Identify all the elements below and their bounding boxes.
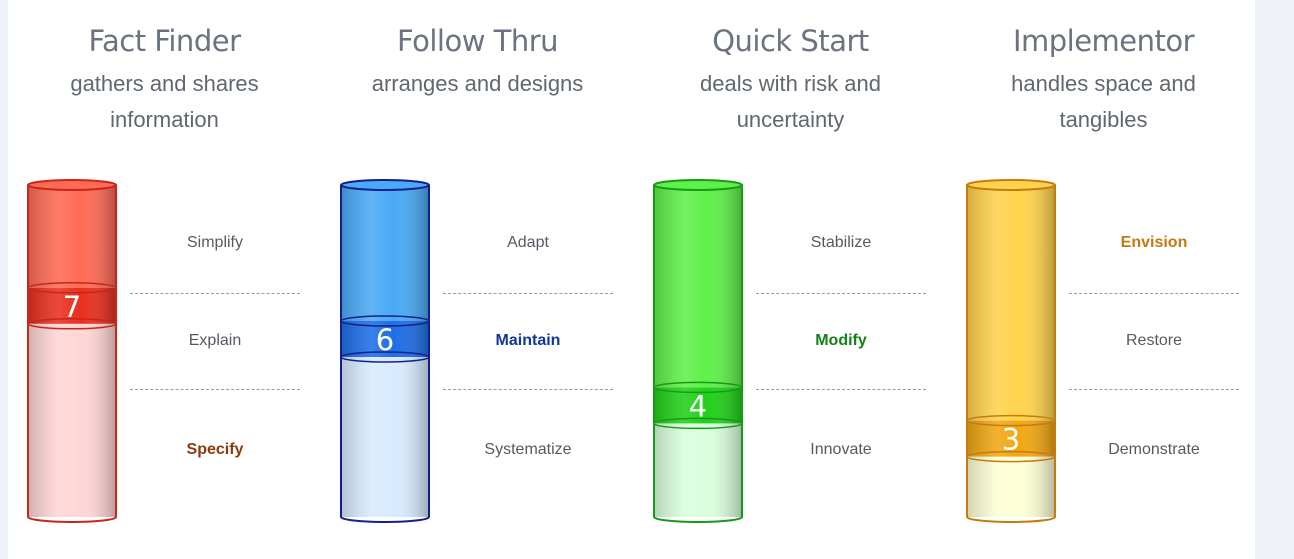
cylinder-bottom-edge <box>653 516 743 523</box>
cylinder-top-cap <box>27 179 117 191</box>
score-number: 3 <box>1002 423 1020 457</box>
cylinder-graphic: 6 <box>340 179 430 523</box>
mode-description: deals with risk and uncertainty <box>700 71 881 132</box>
mode-title: Implementor <box>1012 24 1195 58</box>
zone-label-modify: Modify <box>815 332 867 349</box>
zone-divider <box>130 389 300 390</box>
cylinder-filled-shade <box>654 185 742 388</box>
zone-label-innovate: Innovate <box>810 441 872 458</box>
mode-title: Quick Start <box>712 24 869 58</box>
score-cylinder: 7 <box>26 178 118 524</box>
score-cylinder: 6 <box>339 178 431 524</box>
zone-divider <box>443 293 613 294</box>
mode-follow-thru: Follow Thru arranges and designs 6 Adapt… <box>321 0 634 559</box>
zone-label-adapt: Adapt <box>507 234 549 251</box>
zone-divider <box>443 389 613 390</box>
cylinder-graphic: 7 <box>27 179 117 523</box>
zone-label-stabilize: Stabilize <box>810 234 872 251</box>
kolbe-results-panel: Fact Finder gathers and shares informati… <box>8 0 1255 559</box>
cylinder-top-cap <box>966 179 1056 191</box>
mode-description: arranges and designs <box>371 71 584 96</box>
zone-label-explain: Explain <box>188 332 242 349</box>
score-number: 6 <box>376 323 394 357</box>
zone-label-envision: Envision <box>1120 234 1188 251</box>
zone-divider <box>130 293 300 294</box>
cylinder-empty-shade <box>28 323 116 517</box>
zone-divider <box>1069 293 1239 294</box>
zone-labels: Adapt Maintain Systematize <box>443 178 613 524</box>
score-cylinder: 3 <box>965 178 1057 524</box>
mode-implementor: Implementor handles space and tangibles … <box>947 0 1260 559</box>
cylinder-empty-shade <box>654 423 742 517</box>
zone-label-simplify: Simplify <box>186 234 243 251</box>
zone-labels: Envision Restore Demonstrate <box>1069 178 1239 524</box>
zone-label-systematize: Systematize <box>484 441 572 458</box>
cylinder-top-cap <box>653 179 743 191</box>
cylinder-bottom-edge <box>966 516 1056 523</box>
zone-divider <box>756 389 926 390</box>
cylinder-filled-shade <box>341 185 429 321</box>
mode-quick-start: Quick Start deals with risk and uncertai… <box>634 0 947 559</box>
mode-title: Follow Thru <box>396 24 559 58</box>
cylinder-graphic: 3 <box>966 179 1056 523</box>
cylinder-bottom-edge <box>340 516 430 523</box>
score-number: 7 <box>63 290 81 324</box>
cylinder-top-cap <box>340 179 430 191</box>
mode-description: gathers and shares information <box>70 71 259 132</box>
cylinder-empty-shade <box>341 357 429 517</box>
cylinder-filled-shade <box>967 185 1055 421</box>
cylinder-empty-shade <box>967 456 1055 517</box>
cylinder-graphic: 4 <box>653 179 743 523</box>
mode-title: Fact Finder <box>88 24 241 58</box>
mode-fact-finder: Fact Finder gathers and shares informati… <box>8 0 321 559</box>
zone-label-maintain: Maintain <box>495 332 561 349</box>
zone-labels: Simplify Explain Specify <box>130 178 300 524</box>
zone-label-restore: Restore <box>1125 332 1183 349</box>
score-cylinder: 4 <box>652 178 744 524</box>
score-number: 4 <box>689 389 707 423</box>
cylinder-bottom-edge <box>27 516 117 523</box>
mode-description: handles space and tangibles <box>1011 71 1196 132</box>
zone-labels: Stabilize Modify Innovate <box>756 178 926 524</box>
zone-divider <box>1069 389 1239 390</box>
zone-divider <box>756 293 926 294</box>
zone-label-demonstrate: Demonstrate <box>1108 441 1200 458</box>
cylinder-filled-shade <box>28 185 116 288</box>
zone-label-specify: Specify <box>186 441 244 458</box>
